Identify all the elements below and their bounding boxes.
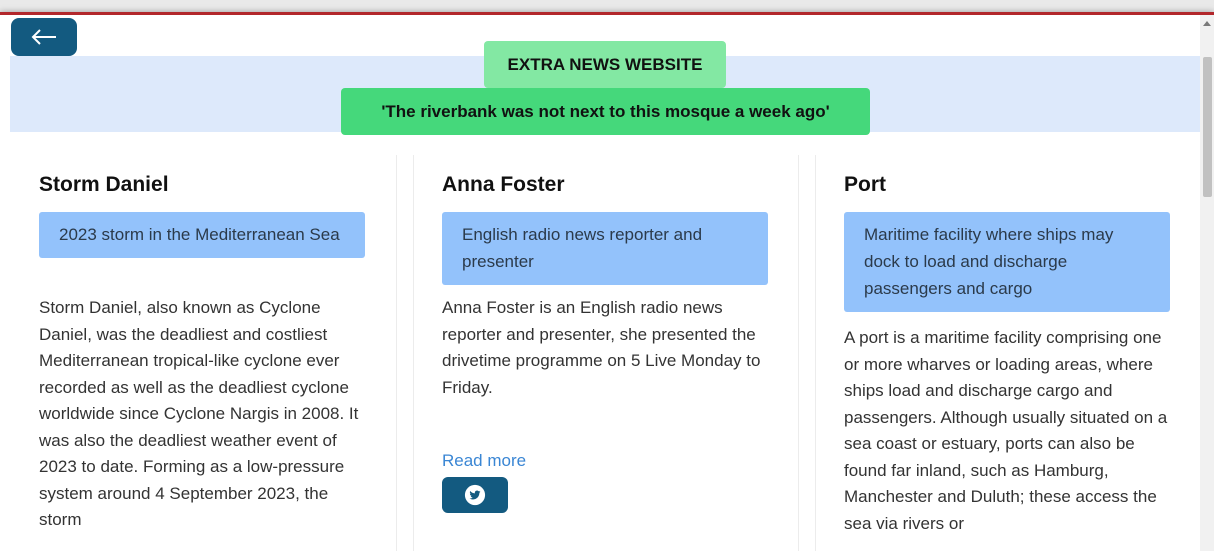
card-body: Storm Daniel, also known as Cyclone Dani…: [39, 298, 359, 529]
card-summary: Maritime facility where ships may dock t…: [844, 212, 1170, 312]
card-body: Anna Foster is an English radio news rep…: [442, 298, 761, 397]
arrow-left-icon: [31, 29, 56, 45]
headline: 'The riverbank was not next to this mosq…: [341, 88, 870, 135]
site-title: EXTRA NEWS WEBSITE: [484, 41, 726, 88]
scrollbar-thumb[interactable]: [1203, 57, 1212, 197]
back-button[interactable]: [11, 18, 77, 56]
vertical-scrollbar[interactable]: [1200, 15, 1214, 551]
headline-text: 'The riverbank was not next to this mosq…: [381, 101, 830, 121]
card-title: Anna Foster: [442, 173, 565, 196]
browser-viewport: EXTRA NEWS WEBSITE 'The riverbank was no…: [0, 12, 1214, 551]
twitter-share-button[interactable]: [442, 477, 508, 513]
read-more-link[interactable]: Read more: [442, 451, 526, 471]
card-storm-daniel: Storm Daniel 2023 storm in the Mediterra…: [11, 155, 397, 551]
card-title: Port: [844, 173, 886, 196]
card-summary: 2023 storm in the Mediterranean Sea: [39, 212, 365, 258]
card-title: Storm Daniel: [39, 173, 169, 196]
twitter-icon: [464, 484, 486, 506]
card-summary: English radio news reporter and presente…: [442, 212, 768, 285]
card-body: A port is a maritime facility comprising…: [844, 328, 1168, 533]
card-port: Port Maritime facility where ships may d…: [815, 155, 1201, 551]
card-anna-foster: Anna Foster English radio news reporter …: [413, 155, 799, 551]
scroll-up-arrow-icon[interactable]: [1203, 21, 1211, 26]
site-title-text: EXTRA NEWS WEBSITE: [507, 54, 703, 74]
